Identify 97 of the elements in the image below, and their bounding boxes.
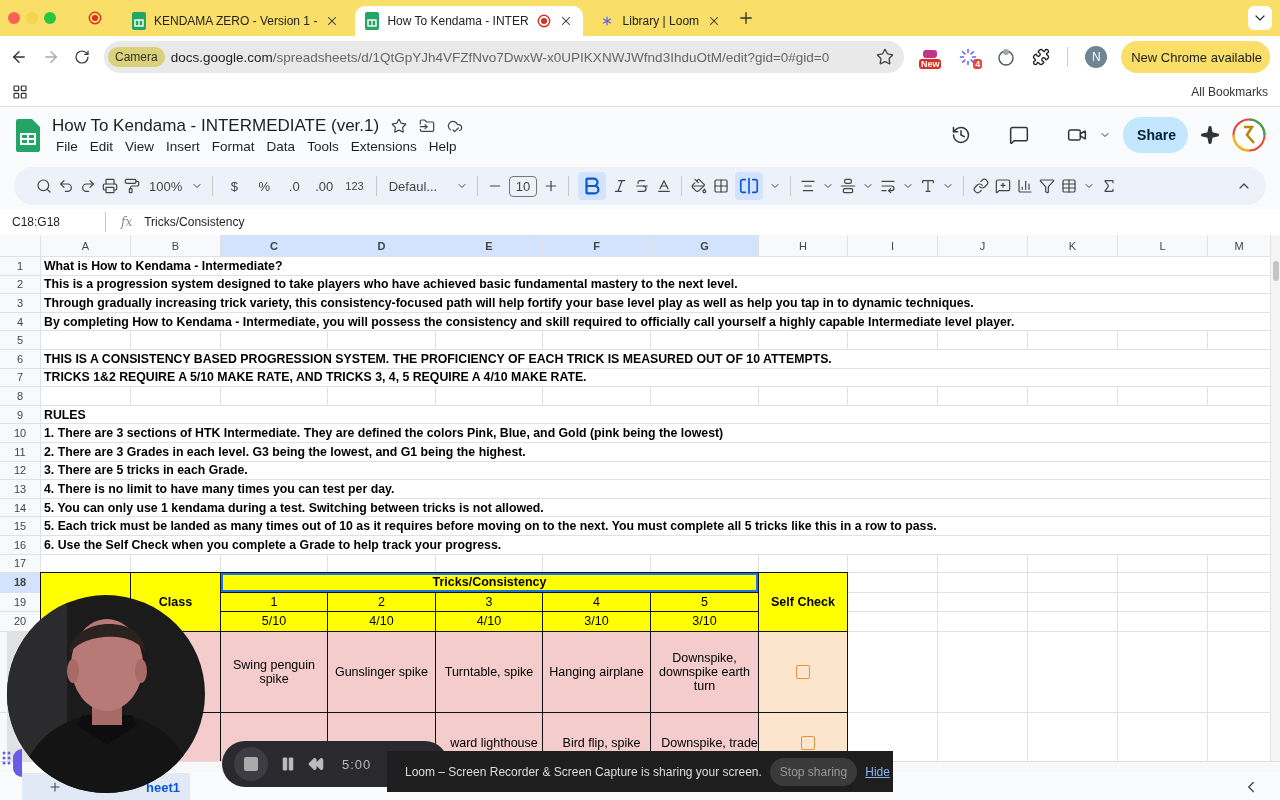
- url-text: docs.google.com/spreadsheets/d/1QtGpYJh4VFZfNvo7DwxW-x0UPIKXNWJWfnd3IhduOtM/edit?gid=0#gid=0: [170, 49, 831, 65]
- column-header[interactable]: H: [759, 235, 847, 256]
- row-header[interactable]: 11: [0, 442, 40, 461]
- column-header[interactable]: M: [1208, 235, 1270, 256]
- banner-text: Loom – Screen Recorder & Screen Capture is sharing your screen.: [405, 764, 762, 779]
- column-header[interactable]: F: [543, 235, 650, 256]
- cell-text: THIS IS A CONSISTENCY BASED PROGRESSION SYSTEM. THE PROFICIENCY OF EACH TRICK IS MEASURED OUT OF 10 ATTEMPTS.: [41, 349, 1270, 368]
- column-header[interactable]: D: [328, 235, 435, 256]
- row-header[interactable]: 15: [0, 517, 40, 535]
- table-cell: 3/10: [651, 612, 758, 631]
- row-header[interactable]: 5: [0, 331, 40, 349]
- column-header[interactable]: A: [41, 235, 130, 256]
- percent-button[interactable]: %: [252, 172, 277, 200]
- cell-text: 1. There are 3 sections of HTK Intermediate. They are defined the colors Pink, Blue, and Gold (pink being the lowest): [41, 424, 1270, 442]
- document-title[interactable]: How To Kendama - INTERMEDIATE (ver.1): [52, 115, 380, 136]
- row-header[interactable]: 9: [0, 405, 40, 424]
- table-cell: Hanging airplane: [543, 631, 650, 712]
- row-header[interactable]: 6: [0, 349, 40, 368]
- row-header[interactable]: 1: [0, 257, 40, 275]
- column-header[interactable]: K: [1028, 235, 1117, 256]
- cell-text: 4. There is no limit to have many times you can test per day.: [41, 480, 1270, 498]
- table-cell: Swing penguin spike: [221, 631, 327, 712]
- menu-item[interactable]: Format: [207, 137, 261, 155]
- column-header[interactable]: B: [131, 235, 220, 256]
- number-format-button[interactable]: 123: [342, 172, 367, 200]
- hide-link[interactable]: Hide: [865, 764, 890, 779]
- menu-item[interactable]: Insert: [162, 137, 206, 155]
- row-header[interactable]: 18: [0, 573, 40, 592]
- cell-text: 6. Use the Self Check when you complete a Grade to help track your progress.: [41, 535, 1270, 554]
- update-button[interactable]: New Chrome available: [1121, 41, 1270, 73]
- table-cell: 4/10: [328, 612, 435, 631]
- cell-text: This is a progression system designed to take players who have achieved basic fundamental mastery to the next level.: [41, 275, 1270, 294]
- cell-text: 3. There are 5 tricks in each Grade.: [41, 461, 1270, 480]
- formula-field[interactable]: Tricks/Consistency: [144, 215, 245, 229]
- browser-tab[interactable]: How To Kendama - INTER: [355, 6, 583, 36]
- cell-text: 2. There are 3 Grades in each level. G3 being the lowest, and G1 being the highest.: [41, 442, 1270, 461]
- address-bar[interactable]: Camera docs.google.com/spreadsheets/d/1QtGpYJh4VFZfNvo7DwxW-x0UPIKXNWJWfnd3IhduOtM/edit?gid=0#gid=0: [104, 41, 905, 73]
- name-box[interactable]: C18:G18: [12, 215, 90, 229]
- profile-avatar[interactable]: N: [1085, 46, 1108, 68]
- menu-item[interactable]: Tools: [303, 137, 345, 155]
- row-header[interactable]: 2: [0, 275, 40, 294]
- row-header[interactable]: 17: [0, 554, 40, 573]
- browser-tab[interactable]: Library | Loom: [588, 6, 732, 36]
- row-header[interactable]: 16: [0, 535, 40, 554]
- row-header[interactable]: 4: [0, 312, 40, 331]
- table-cell: 4/10: [436, 612, 542, 631]
- row-header[interactable]: 13: [0, 480, 40, 498]
- currency-button[interactable]: $: [222, 172, 247, 200]
- menu-item[interactable]: Extensions: [346, 137, 423, 155]
- menu-item[interactable]: Edit: [85, 137, 120, 155]
- font-dropdown[interactable]: Defaul...: [385, 172, 450, 200]
- tab-title: Library | Loom: [622, 14, 700, 28]
- column-header[interactable]: J: [938, 235, 1027, 256]
- table-cell: Gunslinger spike: [328, 631, 435, 712]
- row-header[interactable]: 12: [0, 461, 40, 480]
- cell-text: RULES: [41, 405, 1270, 424]
- column-header[interactable]: C: [221, 235, 327, 256]
- row-header[interactable]: 10: [0, 424, 40, 442]
- font-size-field[interactable]: 10: [508, 175, 538, 197]
- cell-text: By completing How to Kendama - Intermediate, you will possess the consistency and skill required to officially call yourself a highly capable Intermediate level player.: [41, 312, 1270, 331]
- row-header[interactable]: 19: [0, 592, 40, 612]
- cell-text: 5. You can only use 1 kendama during a test. Switching between tricks is not allowed.: [41, 498, 1270, 517]
- column-header[interactable]: L: [1118, 235, 1207, 256]
- menu-item[interactable]: View: [121, 137, 161, 155]
- cell-text: TRICKS 1&2 REQUIRE A 5/10 MAKE RATE, AND TRICKS 3, 4, 5 REQUIRE A 4/10 MAKE RATE.: [41, 368, 1270, 387]
- table-cell: 3/10: [543, 612, 650, 631]
- row-header[interactable]: 20: [0, 612, 40, 631]
- tab-title: KENDAMA ZERO - Version 1 -: [154, 14, 318, 28]
- column-header[interactable]: G: [651, 235, 758, 256]
- cell-text: Through gradually increasing trick variety, this consistency-focused path will help fortify your base level play as well as help you tap in to dynamic techniques.: [41, 294, 1270, 312]
- cell-text: What is How to Kendama - Intermediate?: [41, 257, 1270, 275]
- increase-decimals-button[interactable]: .00: [312, 172, 337, 200]
- camera-chip[interactable]: Camera: [108, 47, 165, 67]
- table-cell: Turntable, spike: [436, 631, 542, 712]
- share-button[interactable]: Share: [1123, 117, 1188, 153]
- menu-item[interactable]: Help: [424, 137, 463, 155]
- stop-sharing-button[interactable]: Stop sharing: [769, 757, 858, 786]
- tab-title: How To Kendama - INTER: [387, 14, 529, 28]
- decrease-decimals-button[interactable]: .0: [282, 172, 307, 200]
- row-header[interactable]: 8: [0, 387, 40, 405]
- column-header[interactable]: E: [436, 235, 542, 256]
- bookmarks-folder[interactable]: All Bookmarks: [1191, 85, 1268, 99]
- table-cell: Downspike, downspike earth turn: [651, 631, 758, 712]
- function-icon: fx: [121, 215, 133, 229]
- table-cell: Self Check: [759, 573, 847, 631]
- row-header[interactable]: 14: [0, 498, 40, 517]
- zoom-dropdown[interactable]: 100%: [146, 172, 186, 200]
- table-cell: Tricks/Consistency: [221, 573, 758, 592]
- table-cell: 5/10: [221, 612, 327, 631]
- row-header[interactable]: 3: [0, 294, 40, 312]
- menu-item[interactable]: Data: [262, 137, 302, 155]
- cell-text: 5. Each trick must be landed as many times out of 10 as it requires before moving on to the next. You must complete all 5 tricks like this in a row to pass.: [41, 517, 1270, 535]
- menu-item[interactable]: File: [52, 137, 84, 155]
- timer: 5:00: [342, 756, 372, 772]
- column-header[interactable]: I: [848, 235, 937, 256]
- browser-tab[interactable]: KENDAMA ZERO - Version 1 -: [122, 6, 350, 36]
- row-header[interactable]: 7: [0, 368, 40, 387]
